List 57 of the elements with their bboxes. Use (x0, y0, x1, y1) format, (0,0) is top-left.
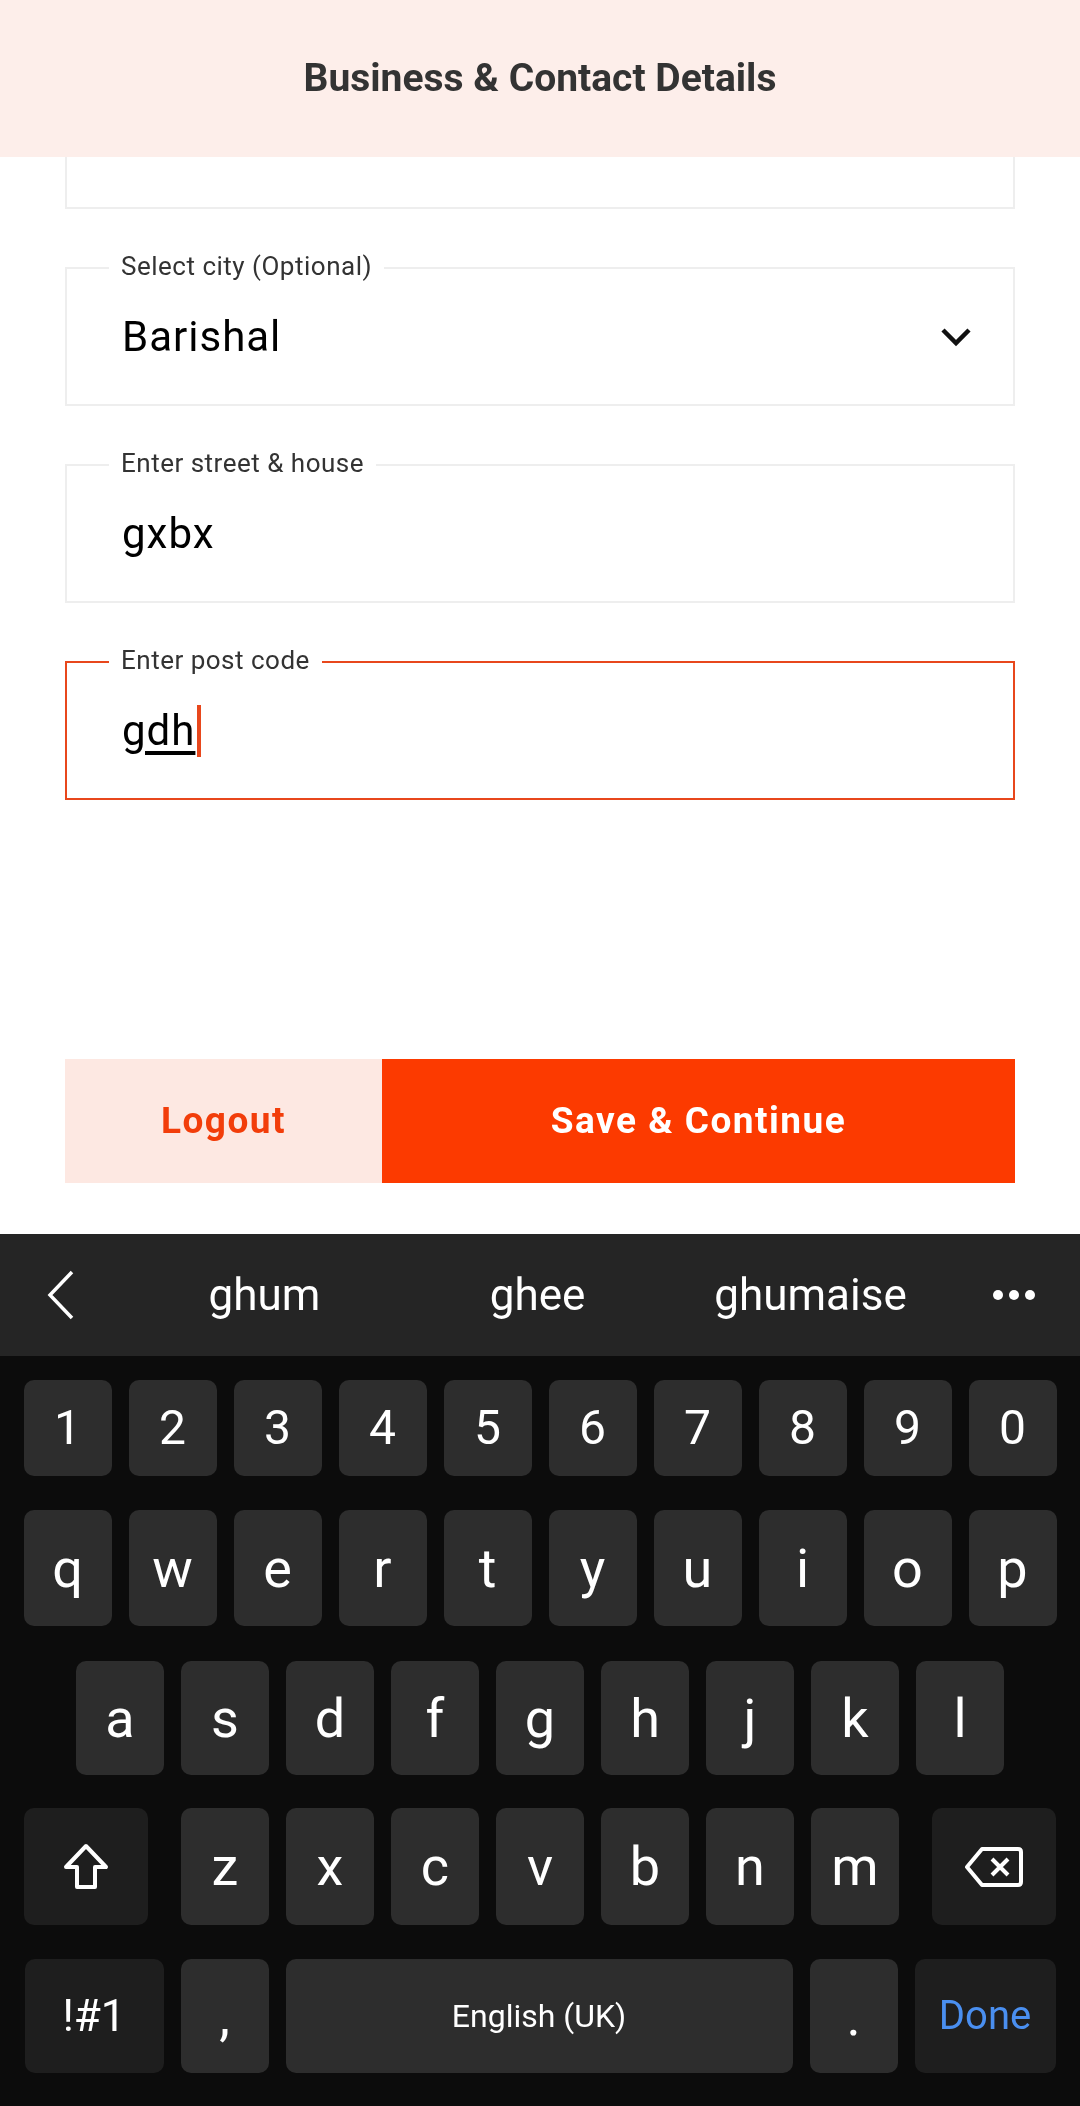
backspace-key[interactable] (932, 1808, 1056, 1925)
keyboard-key[interactable]: o (863, 1510, 952, 1626)
chevron-left-icon[interactable] (46, 1269, 76, 1321)
keyboard-key[interactable]: i (758, 1510, 847, 1626)
keyboard-key[interactable]: . (809, 1959, 898, 2073)
keyboard-key[interactable]: y (548, 1510, 637, 1626)
keyboard-key[interactable]: j (706, 1661, 794, 1775)
keyboard-key[interactable]: 6 (548, 1380, 637, 1476)
keyboard-key[interactable]: t (443, 1510, 532, 1626)
keyboard-key[interactable]: f (391, 1661, 479, 1775)
keyboard-key[interactable]: n (706, 1808, 794, 1925)
keyboard-key[interactable]: 8 (758, 1380, 847, 1476)
symbols-key[interactable]: !#1 (24, 1959, 164, 2073)
shift-icon (62, 1841, 110, 1892)
keyboard-key[interactable]: x (286, 1808, 374, 1925)
keyboard-key[interactable]: a (76, 1661, 164, 1775)
keyboard-key[interactable]: 4 (338, 1380, 427, 1476)
chevron-down-icon (939, 325, 973, 348)
keyboard-key[interactable]: p (968, 1510, 1057, 1626)
field-value: gdh (122, 709, 196, 752)
keyboard-key[interactable]: z (181, 1808, 269, 1925)
keyboard-key[interactable]: k (811, 1661, 899, 1775)
keyboard-key[interactable]: 9 (863, 1380, 952, 1476)
word-suggestion[interactable]: ghumaise (674, 1262, 947, 1328)
save-continue-button[interactable]: Save & Continue (382, 1059, 1015, 1183)
keyboard-key[interactable]: g (496, 1661, 584, 1775)
keyboard-key[interactable]: e (233, 1510, 322, 1626)
field-value: Barishal (122, 315, 282, 358)
keyboard-key[interactable]: m (811, 1808, 899, 1925)
keyboard-key[interactable]: 7 (653, 1380, 742, 1476)
keyboard-key[interactable]: 2 (128, 1380, 217, 1476)
keyboard-key[interactable]: , (180, 1959, 269, 2073)
text-cursor (197, 704, 202, 757)
keyboard-key[interactable]: w (128, 1510, 217, 1626)
keyboard-key[interactable]: u (653, 1510, 742, 1626)
keyboard-key[interactable]: h (601, 1661, 689, 1775)
keyboard-key[interactable]: b (601, 1808, 689, 1925)
page-title: Business & Contact Details (303, 54, 777, 104)
space-key[interactable]: English (UK) (285, 1959, 793, 2073)
word-suggestion[interactable]: ghum (128, 1262, 401, 1328)
more-icon[interactable] (992, 1289, 1036, 1301)
keyboard-key[interactable]: 1 (23, 1380, 112, 1476)
keyboard-key[interactable]: q (23, 1510, 112, 1626)
keyboard-key[interactable]: d (286, 1661, 374, 1775)
field-value: gxbx (122, 512, 215, 555)
keyboard-key[interactable]: l (916, 1661, 1004, 1775)
keyboard-key[interactable]: c (391, 1808, 479, 1925)
done-key[interactable]: Done (914, 1959, 1056, 2073)
shift-key[interactable] (24, 1808, 148, 1925)
keyboard-key[interactable]: 3 (233, 1380, 322, 1476)
keyboard-key[interactable]: 5 (443, 1380, 532, 1476)
backspace-icon (964, 1845, 1024, 1888)
keyboard-key[interactable]: r (338, 1510, 427, 1626)
keyboard-key[interactable]: v (496, 1808, 584, 1925)
word-suggestion[interactable]: ghee (401, 1262, 674, 1328)
keyboard-key[interactable]: 0 (968, 1380, 1057, 1476)
keyboard-key[interactable]: s (181, 1661, 269, 1775)
